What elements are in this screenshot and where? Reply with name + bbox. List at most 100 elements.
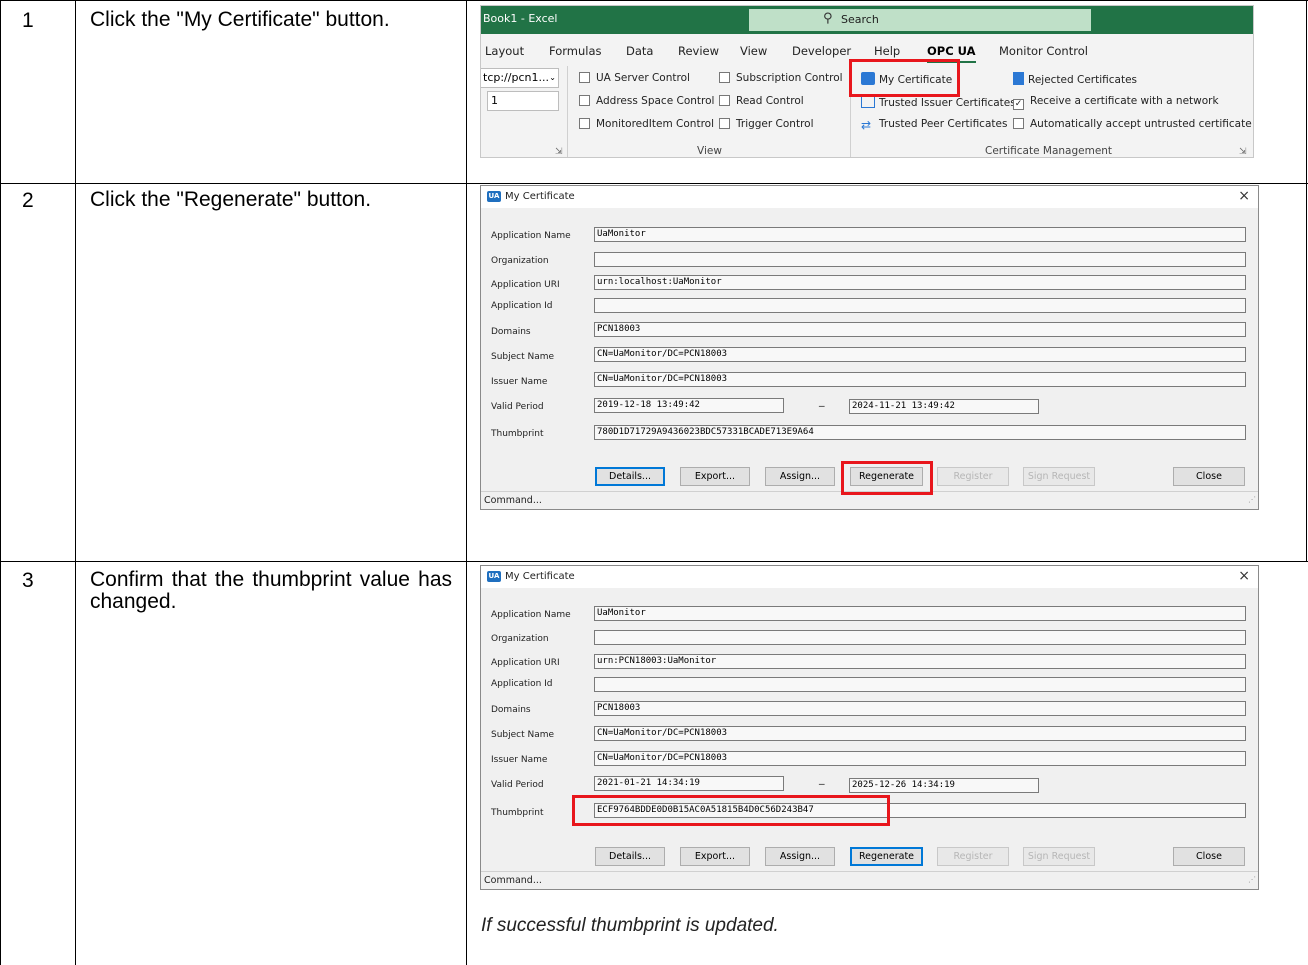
chevron-down-icon: ⌄ xyxy=(549,73,556,82)
checkbox-icon xyxy=(719,72,730,83)
valid-period-label: Valid Period xyxy=(491,402,544,412)
assign-button[interactable]: Assign... xyxy=(765,847,835,866)
regenerate-button[interactable]: Regenerate xyxy=(850,847,923,866)
organization-field[interactable] xyxy=(594,630,1246,645)
details-button[interactable]: Details... xyxy=(595,467,665,486)
valid-to-field[interactable]: 2025-12-26 14:34:19 xyxy=(849,778,1039,793)
tab-formulas[interactable]: Formulas xyxy=(549,44,602,58)
my-certificate-dialog: UA My Certificate × Application Name UaM… xyxy=(480,565,1259,890)
checkbox-icon xyxy=(579,72,590,83)
resize-grip-icon[interactable]: ⋰ xyxy=(1248,491,1256,508)
application-name-label: Application Name xyxy=(491,610,571,620)
receive-network-checkbox[interactable]: ✓ Receive a certificate with a network xyxy=(1013,95,1219,110)
application-name-field[interactable]: UaMonitor xyxy=(594,606,1246,621)
dialog-title: My Certificate xyxy=(505,191,575,202)
excel-title-bar: Book1 - Excel ⚲ Search xyxy=(481,6,1253,34)
status-bar: Command... ⋰ xyxy=(481,871,1258,889)
row-divider xyxy=(0,183,1308,184)
tab-layout[interactable]: Layout xyxy=(485,44,524,58)
register-button[interactable]: Register xyxy=(937,467,1009,486)
valid-from-field[interactable]: 2019-12-18 13:49:42 xyxy=(594,398,784,413)
search-icon: ⚲ xyxy=(823,11,833,26)
application-name-label: Application Name xyxy=(491,231,571,241)
organization-field[interactable] xyxy=(594,252,1246,267)
rejected-certificates-button[interactable]: Rejected Certificates xyxy=(1013,72,1137,86)
domains-field[interactable]: PCN18003 xyxy=(594,322,1246,337)
details-button[interactable]: Details... xyxy=(595,847,665,866)
checkmark-icon: ✓ xyxy=(1013,99,1024,110)
step-instruction: Click the "Regenerate" button. xyxy=(90,188,372,211)
sign-request-button[interactable]: Sign Request xyxy=(1023,847,1095,866)
table-border-top xyxy=(0,0,1308,1)
resize-grip-icon[interactable]: ⋰ xyxy=(1248,871,1256,888)
issuer-name-field[interactable]: CN=UaMonitor/DC=PCN18003 xyxy=(594,751,1246,766)
read-control-checkbox[interactable]: Read Control xyxy=(719,95,804,107)
server-dropdown[interactable]: tcp://pcn1... ⌄ xyxy=(481,68,559,88)
tab-data[interactable]: Data xyxy=(626,44,653,58)
search-placeholder: Search xyxy=(841,13,879,26)
step-number: 2 xyxy=(22,189,34,212)
subject-name-field[interactable]: CN=UaMonitor/DC=PCN18003 xyxy=(594,347,1246,362)
result-note: If successful thumbprint is updated. xyxy=(481,915,779,936)
assign-button[interactable]: Assign... xyxy=(765,467,835,486)
checkbox-icon xyxy=(1013,118,1024,129)
export-button[interactable]: Export... xyxy=(680,467,750,486)
application-uri-label: Application URI xyxy=(491,658,560,668)
certificate-management-group-label: Certificate Management xyxy=(985,145,1113,157)
issuer-name-field[interactable]: CN=UaMonitor/DC=PCN18003 xyxy=(594,372,1246,387)
application-id-label: Application Id xyxy=(491,679,553,689)
application-id-field[interactable] xyxy=(594,298,1246,313)
checkbox-icon xyxy=(719,118,730,129)
dialog-launcher-icon[interactable]: ⇲ xyxy=(1239,146,1247,157)
server-index-field[interactable]: 1 xyxy=(487,91,559,111)
close-icon[interactable]: × xyxy=(1238,188,1250,204)
register-button[interactable]: Register xyxy=(937,847,1009,866)
trusted-issuer-certificates-button[interactable]: Trusted Issuer Certificates xyxy=(861,95,1016,109)
domains-field[interactable]: PCN18003 xyxy=(594,701,1246,716)
ua-server-control-checkbox[interactable]: UA Server Control xyxy=(579,72,690,84)
issuer-name-label: Issuer Name xyxy=(491,755,548,765)
tab-opc-ua[interactable]: OPC UA xyxy=(927,44,976,63)
close-button[interactable]: Close xyxy=(1173,847,1245,866)
sign-request-button[interactable]: Sign Request xyxy=(1023,467,1095,486)
application-name-field[interactable]: UaMonitor xyxy=(594,227,1246,242)
table-border-right xyxy=(1306,0,1307,562)
application-uri-field[interactable]: urn:PCN18003:UaMonitor xyxy=(594,654,1246,669)
trusted-peer-certificates-button[interactable]: ⇄ Trusted Peer Certificates xyxy=(861,118,1007,132)
valid-to-field[interactable]: 2024-11-21 13:49:42 xyxy=(849,399,1039,414)
status-text: Command... xyxy=(484,875,542,886)
step-instruction: Confirm that the thumbprint value has ch… xyxy=(90,568,452,613)
tab-help[interactable]: Help xyxy=(874,44,900,58)
tab-view[interactable]: View xyxy=(740,44,767,58)
close-button[interactable]: Close xyxy=(1173,467,1245,486)
search-box[interactable]: ⚲ Search xyxy=(749,9,1091,31)
close-icon[interactable]: × xyxy=(1238,568,1250,584)
tab-review[interactable]: Review xyxy=(678,44,719,58)
application-id-label: Application Id xyxy=(491,301,553,311)
subject-name-field[interactable]: CN=UaMonitor/DC=PCN18003 xyxy=(594,726,1246,741)
export-button[interactable]: Export... xyxy=(680,847,750,866)
application-uri-field[interactable]: urn:localhost:UaMonitor xyxy=(594,275,1246,290)
workbook-title: Book1 - Excel xyxy=(483,12,558,25)
trigger-control-checkbox[interactable]: Trigger Control xyxy=(719,118,814,130)
valid-from-field[interactable]: 2021-01-21 14:34:19 xyxy=(594,776,784,791)
dialog-launcher-icon[interactable]: ⇲ xyxy=(555,146,563,157)
tab-developer[interactable]: Developer xyxy=(792,44,851,58)
subscription-control-checkbox[interactable]: Subscription Control xyxy=(719,72,843,84)
highlight-box xyxy=(572,795,890,826)
exchange-arrows-icon: ⇄ xyxy=(861,118,872,132)
table-border-left xyxy=(0,0,1,965)
auto-accept-checkbox[interactable]: Automatically accept untrusted certifica… xyxy=(1013,118,1252,130)
domains-label: Domains xyxy=(491,327,531,337)
group-separator xyxy=(567,66,568,157)
column-divider xyxy=(75,0,76,965)
tab-monitor-control[interactable]: Monitor Control xyxy=(999,44,1088,58)
organization-label: Organization xyxy=(491,634,549,644)
monitoreditem-control-checkbox[interactable]: MonitoredItem Control xyxy=(579,118,714,130)
application-id-field[interactable] xyxy=(594,677,1246,692)
row-divider xyxy=(0,561,1308,562)
address-space-control-checkbox[interactable]: Address Space Control xyxy=(579,95,714,107)
server-dropdown-value: tcp://pcn1... xyxy=(483,71,549,84)
thumbprint-field[interactable]: 780D1D71729A9436023BDC57331BCADE713E9A64 xyxy=(594,425,1246,440)
thumbprint-label: Thumbprint xyxy=(491,429,544,439)
